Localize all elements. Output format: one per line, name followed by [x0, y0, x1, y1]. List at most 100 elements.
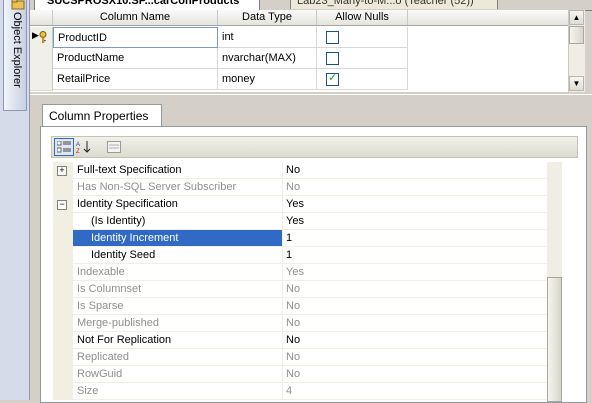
- header-column-name[interactable]: Column Name: [53, 10, 218, 25]
- property-value[interactable]: 1: [283, 247, 547, 264]
- column-name-cell[interactable]: RetailPrice: [53, 69, 218, 90]
- object-explorer-toggle[interactable]: Object Explorer: [3, 0, 27, 111]
- object-explorer-label: Object Explorer: [11, 12, 23, 88]
- row-selector[interactable]: [30, 69, 53, 91]
- property-row[interactable]: Has Non-SQL Server Subscriber No: [53, 179, 547, 196]
- row-selector[interactable]: [30, 48, 53, 70]
- properties-scroll-thumb[interactable]: [547, 277, 562, 402]
- property-row[interactable]: RowGuid No: [53, 366, 547, 383]
- grid-scrollbar[interactable]: ▲ ▼: [568, 10, 585, 92]
- allow-nulls-cell[interactable]: [317, 48, 408, 69]
- property-value: No: [283, 179, 547, 196]
- property-row[interactable]: Size 4: [53, 383, 547, 400]
- column-grid: Column Name Data Type Allow Nulls ▶ Prod…: [30, 10, 568, 92]
- properties-scrollbar[interactable]: [547, 162, 562, 402]
- allow-nulls-checkbox-checked[interactable]: ✓: [326, 72, 339, 86]
- tab-column-properties[interactable]: Column Properties: [42, 104, 162, 127]
- property-row[interactable]: − Identity Specification Yes: [53, 196, 547, 213]
- property-row[interactable]: (Is Identity) Yes: [53, 213, 547, 230]
- allow-nulls-checkbox[interactable]: [326, 52, 339, 65]
- property-value: Yes: [283, 264, 547, 281]
- object-explorer-strip: Object Explorer: [0, 0, 30, 400]
- scroll-up-button[interactable]: ▲: [569, 10, 584, 25]
- current-row-icon: ▶: [32, 30, 39, 40]
- property-name[interactable]: Size: [73, 383, 283, 400]
- property-name[interactable]: Is Columnset: [73, 281, 283, 298]
- property-name[interactable]: Indexable: [73, 264, 283, 281]
- property-pages-icon: [107, 141, 121, 153]
- property-name[interactable]: Full-text Specification: [73, 162, 283, 179]
- object-explorer-icon: [11, 0, 25, 10]
- property-value: No: [283, 315, 547, 332]
- properties-toolbar: A Z: [51, 136, 578, 158]
- alphabetical-button[interactable]: A Z: [74, 138, 94, 156]
- column-properties-panel: Column Properties A Z + Full-text Specif…: [30, 94, 592, 403]
- allow-nulls-checkbox[interactable]: [326, 31, 339, 44]
- property-name[interactable]: RowGuid: [73, 366, 283, 383]
- property-gutter: [53, 264, 73, 281]
- header-data-type[interactable]: Data Type: [218, 10, 317, 25]
- property-pages-button[interactable]: [104, 138, 124, 156]
- property-name[interactable]: Identity Specification: [73, 196, 283, 213]
- property-grid: + Full-text Specification No Has Non-SQL Se…: [53, 162, 547, 402]
- property-value[interactable]: Yes: [283, 213, 547, 230]
- property-value: No: [283, 366, 547, 383]
- property-gutter: [53, 366, 73, 383]
- scroll-down-button[interactable]: ▼: [569, 76, 584, 91]
- row-selector-header: [30, 10, 53, 25]
- column-name-cell[interactable]: ProductName: [53, 48, 218, 69]
- row-selector[interactable]: ▶: [30, 27, 53, 49]
- property-name[interactable]: Identity Increment: [73, 230, 283, 247]
- property-value: No: [283, 281, 547, 298]
- property-row[interactable]: + Full-text Specification No: [53, 162, 547, 179]
- tab-table-designer[interactable]: SUCSPROSX10.SP...carConProducts: [34, 0, 260, 10]
- property-value: No: [283, 298, 547, 315]
- property-row[interactable]: Merge-published No: [53, 315, 547, 332]
- column-name-cell[interactable]: ProductID: [53, 27, 218, 48]
- primary-key-icon: [39, 31, 47, 43]
- property-row[interactable]: Indexable Yes: [53, 264, 547, 281]
- svg-text:Z: Z: [76, 149, 80, 154]
- property-name[interactable]: (Is Identity): [73, 213, 283, 230]
- property-name[interactable]: Replicated: [73, 349, 283, 366]
- property-value[interactable]: No: [283, 332, 547, 349]
- expand-icon[interactable]: +: [57, 166, 67, 176]
- property-value[interactable]: No: [283, 162, 547, 179]
- collapse-icon[interactable]: −: [57, 200, 67, 210]
- tab-query[interactable]: Lab23_Many-to-M...o (Teacher (52)): [290, 0, 498, 9]
- property-gutter: [53, 281, 73, 298]
- property-name[interactable]: Is Sparse: [73, 298, 283, 315]
- property-gutter: [53, 179, 73, 196]
- property-value[interactable]: 1: [283, 230, 547, 247]
- property-gutter: [53, 315, 73, 332]
- property-name[interactable]: Not For Replication: [73, 332, 283, 349]
- property-row[interactable]: Is Columnset No: [53, 281, 547, 298]
- data-type-cell[interactable]: nvarchar(MAX): [218, 48, 317, 69]
- property-row[interactable]: Identity Increment 1: [53, 230, 547, 247]
- property-value: No: [283, 349, 547, 366]
- table-row[interactable]: RetailPrice money ✓: [30, 69, 568, 91]
- scroll-thumb[interactable]: [569, 26, 584, 44]
- header-allow-nulls[interactable]: Allow Nulls: [317, 10, 408, 25]
- property-name[interactable]: Merge-published: [73, 315, 283, 332]
- property-value[interactable]: Yes: [283, 196, 547, 213]
- property-gutter: −: [53, 196, 73, 213]
- property-gutter: [53, 230, 73, 247]
- data-type-cell[interactable]: money: [218, 69, 317, 90]
- table-row[interactable]: ProductName nvarchar(MAX): [30, 48, 568, 70]
- property-row[interactable]: Replicated No: [53, 349, 547, 366]
- check-icon: ✓: [328, 72, 338, 84]
- svg-text:A: A: [76, 142, 80, 148]
- property-row[interactable]: Is Sparse No: [53, 298, 547, 315]
- property-name[interactable]: Identity Seed: [73, 247, 283, 264]
- property-name[interactable]: Has Non-SQL Server Subscriber: [73, 179, 283, 196]
- property-row[interactable]: Not For Replication No: [53, 332, 547, 349]
- property-gutter: [53, 213, 73, 230]
- data-type-cell[interactable]: int: [218, 27, 317, 48]
- property-gutter: +: [53, 162, 73, 179]
- property-row[interactable]: Identity Seed 1: [53, 247, 547, 264]
- allow-nulls-cell[interactable]: [317, 27, 408, 48]
- table-row[interactable]: ▶ ProductID int: [30, 27, 568, 49]
- allow-nulls-cell[interactable]: ✓: [317, 69, 408, 90]
- categorized-button[interactable]: [54, 138, 74, 156]
